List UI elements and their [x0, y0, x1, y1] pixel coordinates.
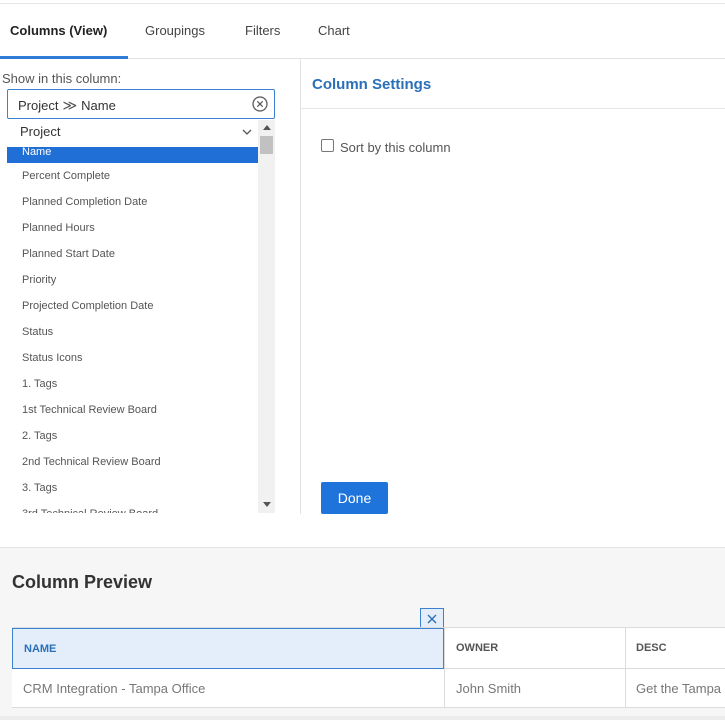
- list-item[interactable]: Planned Completion Date: [7, 189, 258, 215]
- tab-groupings[interactable]: Groupings: [145, 4, 205, 59]
- list-item[interactable]: Planned Start Date: [7, 241, 258, 267]
- column-header-desc[interactable]: DESC: [625, 628, 725, 669]
- bottom-bar: [0, 716, 725, 720]
- column-preview-title: Column Preview: [12, 572, 153, 592]
- path-separator-icon: ≫: [62, 97, 78, 113]
- field-group-label: Project: [20, 124, 61, 139]
- remove-column-button[interactable]: [420, 608, 444, 628]
- table-cell-desc: Get the Tampa: [636, 681, 722, 696]
- list-item[interactable]: 2. Tags: [7, 423, 258, 449]
- column-settings-title: Column Settings: [312, 76, 432, 93]
- preview-table: NAME OWNER DESC CRM Integration - Tampa …: [12, 627, 725, 708]
- chevron-down-icon: [242, 129, 252, 135]
- list-item[interactable]: Planned Hours: [7, 215, 258, 241]
- field-group-header[interactable]: Project: [7, 120, 258, 147]
- list-item[interactable]: 1. Tags: [7, 371, 258, 397]
- list-item[interactable]: Status Icons: [7, 345, 258, 371]
- field-list-items: Name Percent Complete Planned Completion D…: [7, 147, 258, 513]
- list-item[interactable]: Percent Complete: [7, 163, 258, 189]
- list-item[interactable]: 3. Tags: [7, 475, 258, 501]
- tab-bar: Columns (View) Groupings Filters Chart: [0, 4, 725, 59]
- scroll-up-icon[interactable]: [263, 125, 271, 130]
- scroll-down-icon[interactable]: [263, 502, 271, 507]
- field-list[interactable]: Project Name Percent Complete Planned Comp…: [7, 120, 275, 513]
- path-field: Name: [81, 98, 116, 113]
- active-tab-indicator: [0, 56, 128, 59]
- list-item[interactable]: 1st Technical Review Board: [7, 397, 258, 423]
- list-scrollbar[interactable]: [258, 120, 275, 513]
- settings-divider: [301, 108, 725, 109]
- sort-checkbox[interactable]: [321, 139, 334, 152]
- table-cell-name: CRM Integration - Tampa Office: [23, 681, 206, 696]
- done-button[interactable]: Done: [321, 482, 388, 514]
- path-object: Project: [18, 98, 59, 113]
- panel-divider: [300, 59, 301, 514]
- table-cell-owner: John Smith: [456, 681, 522, 696]
- column-header-name[interactable]: NAME: [12, 628, 444, 669]
- list-item[interactable]: Priority: [7, 267, 258, 293]
- tab-chart[interactable]: Chart: [318, 4, 350, 59]
- show-in-column-label: Show in this column:: [2, 71, 122, 86]
- field-path-input[interactable]: Project ≫ Name: [7, 89, 275, 119]
- list-item[interactable]: Status: [7, 319, 258, 345]
- list-item[interactable]: 2nd Technical Review Board: [7, 449, 258, 475]
- close-icon: [427, 614, 437, 624]
- list-item[interactable]: Name: [7, 147, 258, 163]
- sort-checkbox-label[interactable]: Sort by this column: [340, 140, 451, 155]
- scroll-thumb[interactable]: [260, 136, 273, 154]
- list-item[interactable]: 3rd Technical Review Board: [7, 501, 258, 514]
- tab-filters[interactable]: Filters: [245, 4, 280, 59]
- clear-icon[interactable]: [252, 96, 268, 112]
- field-path-text: Project ≫ Name: [18, 97, 116, 114]
- column-header-owner[interactable]: OWNER: [445, 628, 625, 669]
- tab-columns-view[interactable]: Columns (View): [10, 4, 107, 59]
- list-item[interactable]: Projected Completion Date: [7, 293, 258, 319]
- column-preview-section: Column Preview NAME OWNER DESC CRM Integ…: [0, 547, 725, 720]
